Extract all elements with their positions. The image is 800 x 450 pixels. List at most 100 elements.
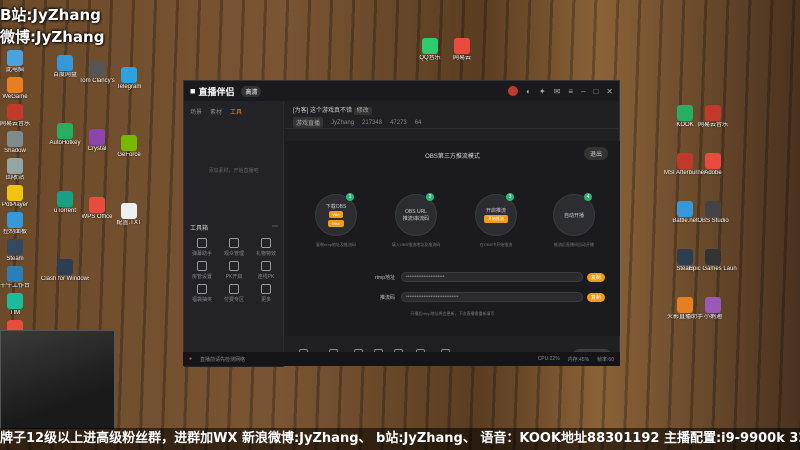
desktop-icon[interactable]: 网易云 — [437, 38, 487, 82]
panel-tab[interactable]: 素材 — [210, 107, 222, 116]
tool-label: 礼物特效 — [255, 251, 276, 257]
desktop-icon-label: 网易云 — [452, 55, 471, 61]
step-description: 推流后直播间自动开播 — [554, 242, 594, 247]
desktop-icon[interactable]: GeForce — [104, 135, 154, 179]
desktop-icon[interactable]: Epic Games Launcher — [688, 249, 738, 293]
headset-icon[interactable]: ◐ — [526, 87, 531, 96]
copy-stream-key-button[interactable]: 复制 — [586, 292, 605, 302]
exit-obs-button[interactable]: 退出 — [583, 147, 608, 160]
rtmp-row: rtmp地址 •••••••••••••••••••••• 复制 — [355, 271, 605, 283]
tool-icon — [261, 261, 271, 271]
tool-icon — [261, 284, 271, 294]
step-description: 填入OBS推流地址及推流码 — [391, 242, 441, 247]
desktop-icon[interactable]: Clash for Windows — [40, 259, 90, 303]
step-number: 4 — [584, 193, 592, 201]
minimize-icon[interactable]: – — [581, 87, 585, 96]
desktop-icon-label: OBS Studio — [697, 218, 729, 224]
tool-label: 观众管理 — [223, 251, 244, 257]
app-icon — [705, 297, 721, 313]
empty-hint: 添加素材，开始直播吧 — [208, 168, 259, 174]
desktop-icon-label: Epic Games Launcher — [689, 266, 737, 272]
edit-title-button[interactable]: 修改 — [353, 107, 372, 115]
app-icon — [121, 203, 137, 219]
tool-item[interactable]: 连线PK — [252, 261, 280, 280]
maximize-icon[interactable]: □ — [593, 87, 598, 96]
app-icon — [7, 77, 23, 93]
tool-item[interactable]: 房管设置 — [188, 261, 216, 280]
menu-icon[interactable]: ≡ — [568, 87, 573, 96]
tool-item[interactable]: 礼物特效 — [252, 238, 280, 257]
step-button[interactable]: Mac — [328, 219, 344, 227]
left-panel: 场景 素材 工具 添加素材，开始直播吧 工具箱 ⋯ 弹幕助手 观众管理 礼物特效 房管设置 P… — [184, 101, 284, 367]
app-icon — [89, 61, 105, 77]
rtmp-field[interactable]: •••••••••••••••••••••• — [401, 272, 583, 282]
camera-icon: ■ — [190, 86, 196, 96]
app-icon — [705, 249, 721, 265]
close-icon[interactable]: ✕ — [606, 87, 613, 96]
status-warning: 直播前请先检测网络 — [200, 356, 246, 363]
tool-label: 房管设置 — [191, 274, 212, 280]
desktop-icon[interactable]: OBS Studio — [688, 201, 738, 245]
desktop-icon-label: 控制面板 — [2, 229, 27, 235]
tool-item[interactable]: 弹幕助手 — [188, 238, 216, 257]
avatar[interactable] — [508, 86, 519, 96]
app-icon — [705, 105, 721, 121]
step-number: 2 — [426, 193, 434, 201]
scrolling-ticker: 牌子12级以上进高级粉丝群，进群加WX 新浪微博:JyZhang、 b站:JyZ… — [0, 428, 800, 450]
desktop-icon-label: Steam — [6, 256, 24, 262]
tool-icon — [197, 238, 207, 248]
app-icon — [7, 104, 23, 120]
app-icon — [121, 135, 137, 151]
titlebar[interactable]: ■ 直播伴侣 高清 ◐ ✦ ✉ ≡ – □ ✕ — [184, 81, 619, 101]
overlay-weibo: 微博:JyZhang — [0, 28, 105, 46]
desktop-icon-label: 小鹅通 — [703, 314, 722, 320]
step-number: 1 — [346, 193, 354, 201]
step-button[interactable]: Win — [328, 210, 344, 218]
tool-label: 福袋抽奖 — [191, 297, 212, 303]
panel-tab[interactable]: 场景 — [190, 107, 202, 116]
obs-step: 4 自动开播 — [553, 193, 595, 236]
stream-key-row: 推流码 •••••••••••••••••••••••••••••• 复制 — [355, 291, 605, 303]
tool-item[interactable]: 付费专区 — [220, 284, 248, 303]
mail-icon[interactable]: ✉ — [554, 87, 561, 96]
tool-label: 更多 — [260, 297, 271, 303]
panel-tab[interactable]: 工具 — [230, 107, 242, 116]
tool-item[interactable]: 福袋抽奖 — [188, 284, 216, 303]
app-icon — [121, 67, 137, 83]
copy-rtmp-button[interactable]: 复制 — [586, 272, 605, 282]
desktop-icon[interactable]: Telegram — [104, 67, 154, 111]
desktop-icon-label: 网易云音乐 — [0, 121, 30, 127]
tool-item[interactable]: 更多 — [252, 284, 280, 303]
app-icon — [57, 55, 73, 71]
app-icon — [422, 38, 438, 54]
desktop-icon-label: 回收站 — [5, 175, 24, 181]
main-panel: [为客] 这个游戏真不错 修改 游戏直播 JyZhang 217348 4727… — [285, 101, 620, 367]
obs-step: 2 OBS URL 推流/串流码 — [395, 193, 437, 236]
app-icon — [89, 129, 105, 145]
app-icon — [454, 38, 470, 54]
toolbox: 工具箱 ⋯ 弹幕助手 观众管理 礼物特效 房管设置 PK开启 连线PK 福袋抽奖 付费专区 更多 — [184, 223, 284, 309]
desktop-icon-label: 此电脑 — [5, 67, 24, 73]
desktop-icon[interactable]: 小鹅通 — [688, 297, 738, 341]
gift-icon[interactable]: ✦ — [539, 87, 546, 96]
desktop-icon-label: 千牛工作台 — [0, 283, 30, 289]
tool-item[interactable]: PK开启 — [220, 261, 248, 280]
category-tag[interactable]: 游戏直播 — [293, 117, 324, 128]
room-title: [为客] 这个游戏真不错 — [293, 108, 353, 114]
desktop-icon-label: GeForce — [117, 152, 141, 158]
stream-key-field[interactable]: •••••••••••••••••••••••••••••• — [401, 292, 583, 302]
tool-item[interactable]: 观众管理 — [220, 238, 248, 257]
desktop-icon-label: Clash for Windows — [41, 276, 89, 282]
obs-step: 1 下载OBS Win Mac — [315, 193, 357, 236]
panel-tabs: 场景 素材 工具 — [184, 101, 283, 122]
desktop-icon[interactable]: 配置.TXT — [104, 203, 154, 247]
more-icon[interactable]: ⋯ — [272, 223, 278, 232]
obs-title: OBS第三方推流模式 — [425, 154, 480, 160]
desktop-icon[interactable]: Adobe — [688, 153, 738, 197]
step-button[interactable]: 开始推流 — [484, 214, 508, 223]
fps: 帧率:60 — [597, 356, 614, 363]
step-description: 在OBS中开始推流 — [479, 242, 513, 247]
tool-label: 弹幕助手 — [191, 251, 212, 257]
desktop-icon[interactable]: 网易云音乐 — [688, 105, 738, 149]
tool-icon — [229, 284, 239, 294]
